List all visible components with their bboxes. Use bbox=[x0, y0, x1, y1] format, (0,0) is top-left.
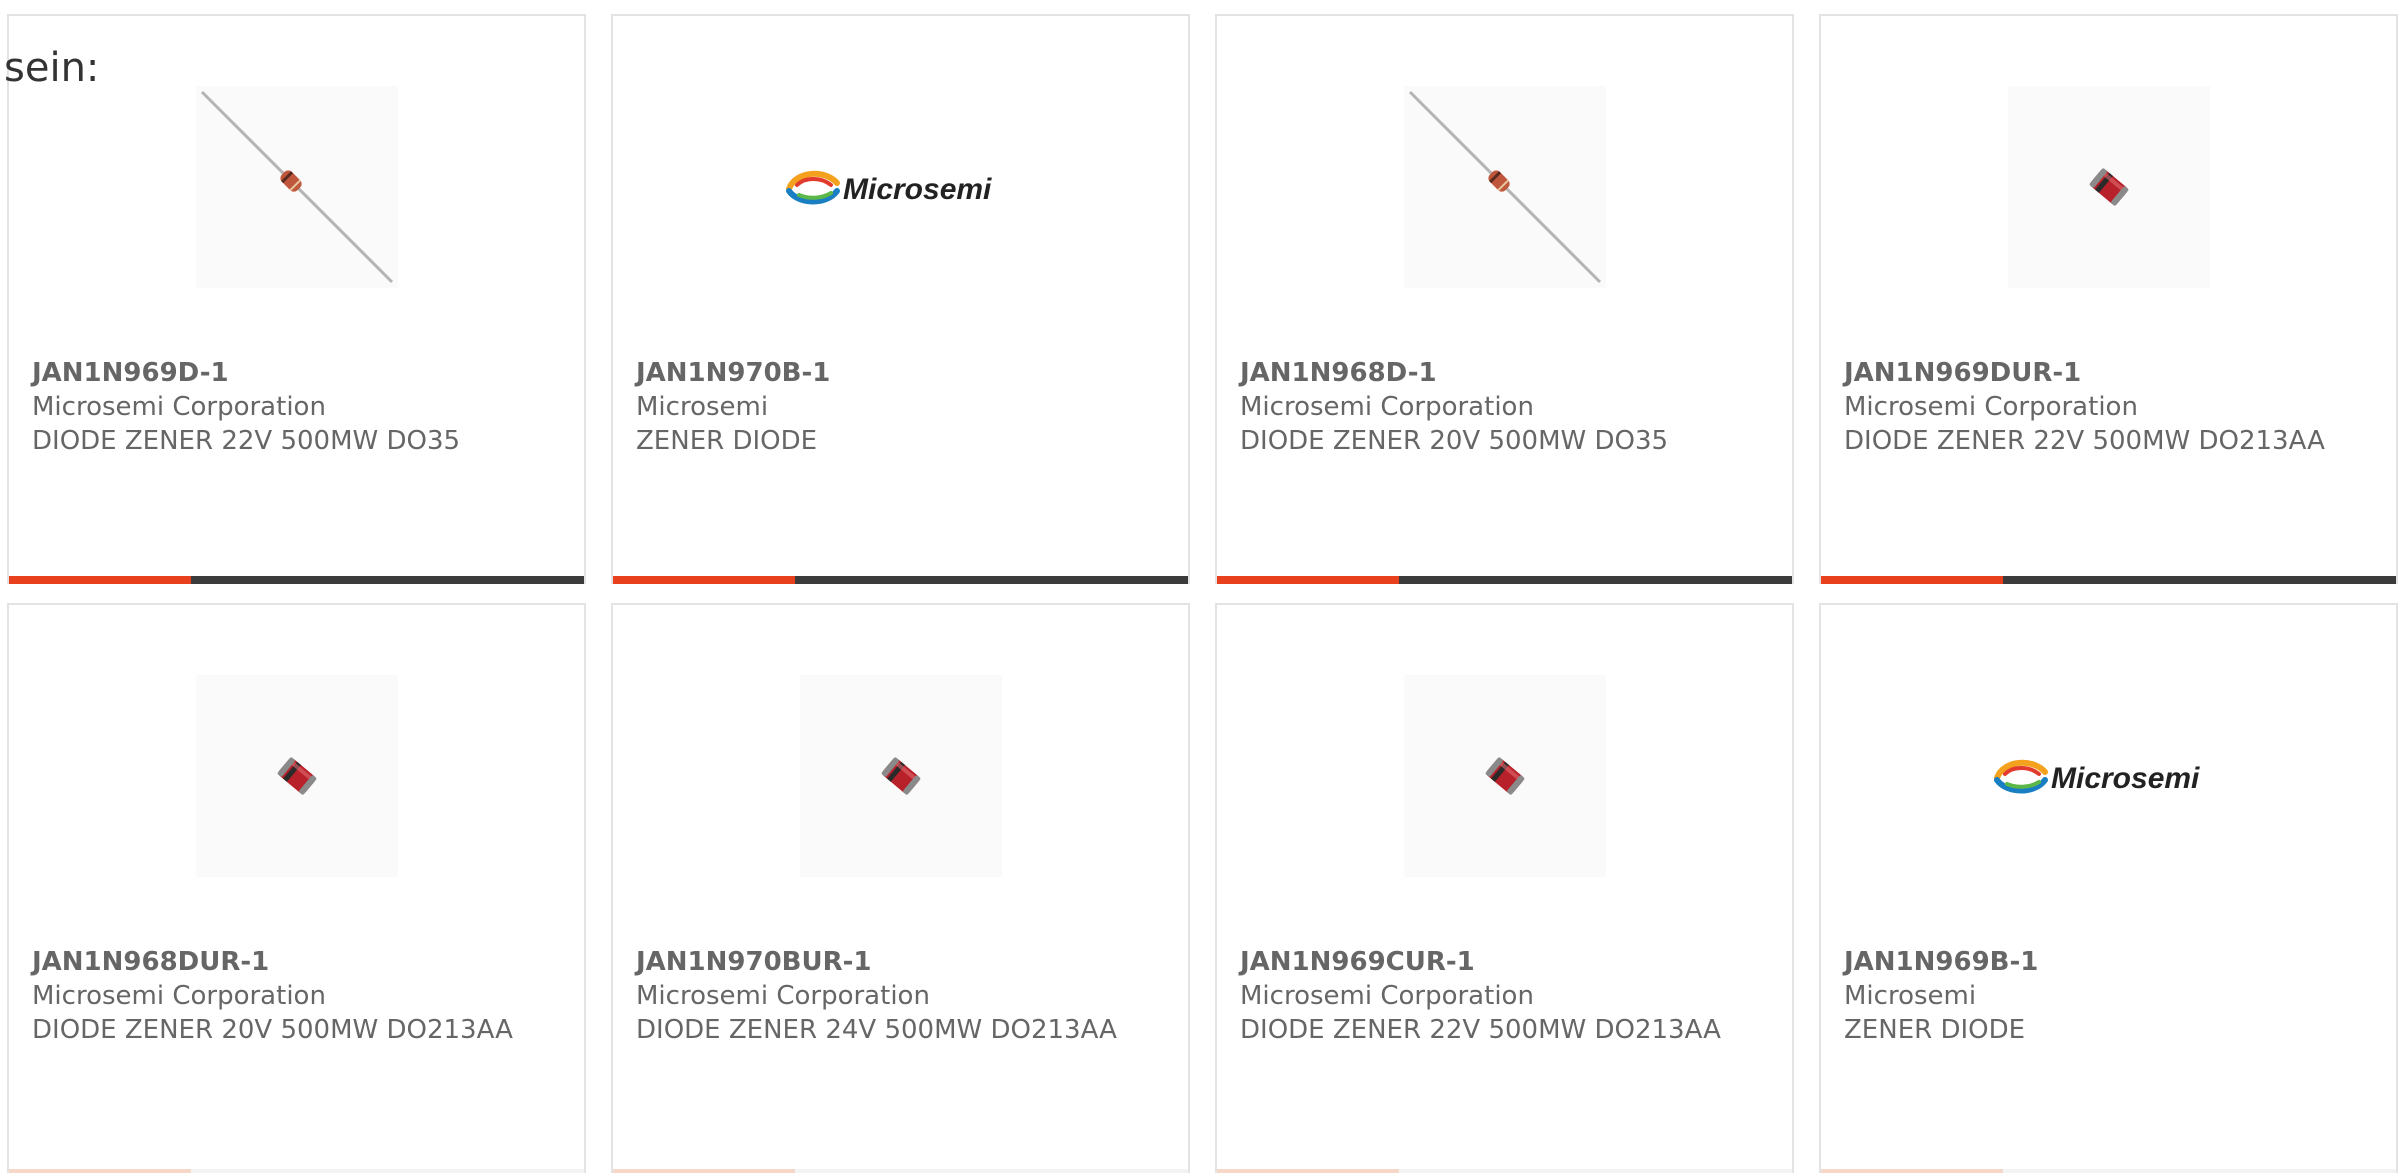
product-card[interactable]: JAN1N968D-1 Microsemi Corporation DIODE … bbox=[1215, 14, 1794, 584]
description: DIODE ZENER 22V 500MW DO35 bbox=[32, 426, 461, 456]
manufacturer: Microsemi Corporation bbox=[1240, 981, 1534, 1011]
card-bar-accent bbox=[1217, 1169, 1399, 1173]
part-number-link[interactable]: JAN1N969D-1 bbox=[32, 356, 564, 390]
card-bar bbox=[1821, 576, 2396, 584]
manufacturer: Microsemi Corporation bbox=[32, 981, 326, 1011]
card-bar bbox=[1821, 1169, 2396, 1173]
product-card[interactable]: Microsemi JAN1N970B-1 Microsemi ZENER DI… bbox=[611, 14, 1190, 584]
microsemi-logo[interactable]: Microsemi bbox=[1988, 675, 2229, 877]
description: DIODE ZENER 22V 500MW DO213AA bbox=[1844, 426, 2325, 456]
melf-diode-icon[interactable] bbox=[195, 675, 398, 877]
axial-diode-icon[interactable] bbox=[195, 86, 398, 288]
product-card[interactable]: Microsemi JAN1N969B-1 Microsemi ZENER DI… bbox=[1819, 603, 2398, 1173]
part-number-link[interactable]: JAN1N969B-1 bbox=[1844, 945, 2376, 979]
product-info: JAN1N969D-1 Microsemi Corporation DIODE … bbox=[32, 356, 564, 458]
card-bar-accent bbox=[613, 1169, 795, 1173]
product-info: JAN1N968D-1 Microsemi Corporation DIODE … bbox=[1240, 356, 1772, 458]
description: DIODE ZENER 20V 500MW DO35 bbox=[1240, 426, 1669, 456]
card-bar-accent bbox=[1217, 576, 1399, 584]
melf-diode-icon[interactable] bbox=[2007, 86, 2210, 288]
product-info: JAN1N970B-1 Microsemi ZENER DIODE bbox=[636, 356, 1168, 458]
microsemi-logo[interactable]: Microsemi bbox=[780, 86, 1021, 288]
part-number-link[interactable]: JAN1N968D-1 bbox=[1240, 356, 1772, 390]
manufacturer: Microsemi bbox=[636, 392, 769, 422]
card-bar bbox=[613, 576, 1188, 584]
description: DIODE ZENER 22V 500MW DO213AA bbox=[1240, 1015, 1721, 1045]
card-bar bbox=[1217, 1169, 1792, 1173]
card-bar-accent bbox=[9, 576, 191, 584]
card-bar bbox=[9, 1169, 584, 1173]
part-number-link[interactable]: JAN1N970BUR-1 bbox=[636, 945, 1168, 979]
product-card[interactable]: JAN1N968DUR-1 Microsemi Corporation DIOD… bbox=[7, 603, 586, 1173]
logo-text: Microsemi bbox=[2051, 762, 2200, 795]
description: DIODE ZENER 24V 500MW DO213AA bbox=[636, 1015, 1117, 1045]
card-bar bbox=[1217, 576, 1792, 584]
melf-diode-icon[interactable] bbox=[1403, 675, 1606, 877]
description: ZENER DIODE bbox=[1844, 1015, 2026, 1045]
manufacturer: Microsemi Corporation bbox=[1844, 392, 2138, 422]
axial-diode-icon[interactable] bbox=[1403, 86, 1606, 288]
melf-diode-icon[interactable] bbox=[799, 675, 1002, 877]
card-bar-accent bbox=[9, 1169, 191, 1173]
product-info: JAN1N969CUR-1 Microsemi Corporation DIOD… bbox=[1240, 945, 1772, 1047]
page-label: sein: bbox=[4, 45, 100, 91]
manufacturer: Microsemi Corporation bbox=[32, 392, 326, 422]
product-card[interactable]: JAN1N969D-1 Microsemi Corporation DIODE … bbox=[7, 14, 586, 584]
product-card[interactable]: JAN1N969DUR-1 Microsemi Corporation DIOD… bbox=[1819, 14, 2398, 584]
part-number-link[interactable]: JAN1N970B-1 bbox=[636, 356, 1168, 390]
card-bar-accent bbox=[1821, 576, 2003, 584]
product-card[interactable]: JAN1N969CUR-1 Microsemi Corporation DIOD… bbox=[1215, 603, 1794, 1173]
description: DIODE ZENER 20V 500MW DO213AA bbox=[32, 1015, 513, 1045]
product-info: JAN1N969DUR-1 Microsemi Corporation DIOD… bbox=[1844, 356, 2376, 458]
card-bar-accent bbox=[1821, 1169, 2003, 1173]
part-number-link[interactable]: JAN1N969CUR-1 bbox=[1240, 945, 1772, 979]
card-bar bbox=[9, 576, 584, 584]
manufacturer: Microsemi bbox=[1844, 981, 1977, 1011]
part-number-link[interactable]: JAN1N969DUR-1 bbox=[1844, 356, 2376, 390]
product-info: JAN1N969B-1 Microsemi ZENER DIODE bbox=[1844, 945, 2376, 1047]
logo-text: Microsemi bbox=[843, 173, 992, 206]
card-bar-accent bbox=[613, 576, 795, 584]
product-card[interactable]: JAN1N970BUR-1 Microsemi Corporation DIOD… bbox=[611, 603, 1190, 1173]
product-info: JAN1N970BUR-1 Microsemi Corporation DIOD… bbox=[636, 945, 1168, 1047]
product-info: JAN1N968DUR-1 Microsemi Corporation DIOD… bbox=[32, 945, 564, 1047]
manufacturer: Microsemi Corporation bbox=[636, 981, 930, 1011]
part-number-link[interactable]: JAN1N968DUR-1 bbox=[32, 945, 564, 979]
description: ZENER DIODE bbox=[636, 426, 818, 456]
product-grid: JAN1N969D-1 Microsemi Corporation DIODE … bbox=[7, 14, 2400, 1173]
manufacturer: Microsemi Corporation bbox=[1240, 392, 1534, 422]
card-bar bbox=[613, 1169, 1188, 1173]
